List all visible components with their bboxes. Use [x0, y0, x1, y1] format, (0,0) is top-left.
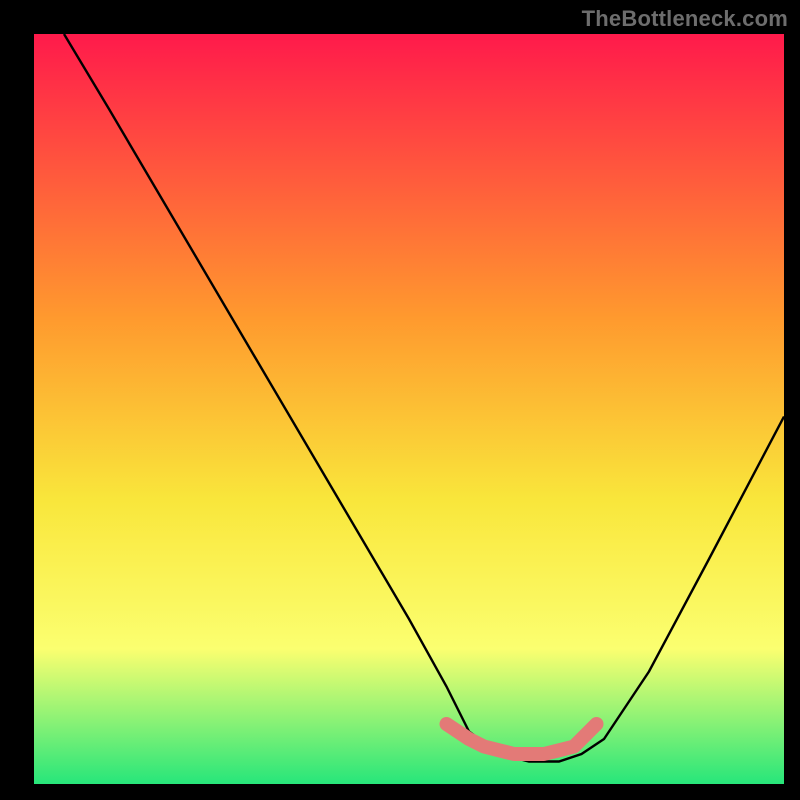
gradient-background: [34, 34, 784, 784]
bottleneck-chart: [34, 34, 784, 784]
outer-frame: TheBottleneck.com: [0, 0, 800, 800]
plot-area: [34, 34, 784, 784]
watermark-text: TheBottleneck.com: [582, 6, 788, 32]
